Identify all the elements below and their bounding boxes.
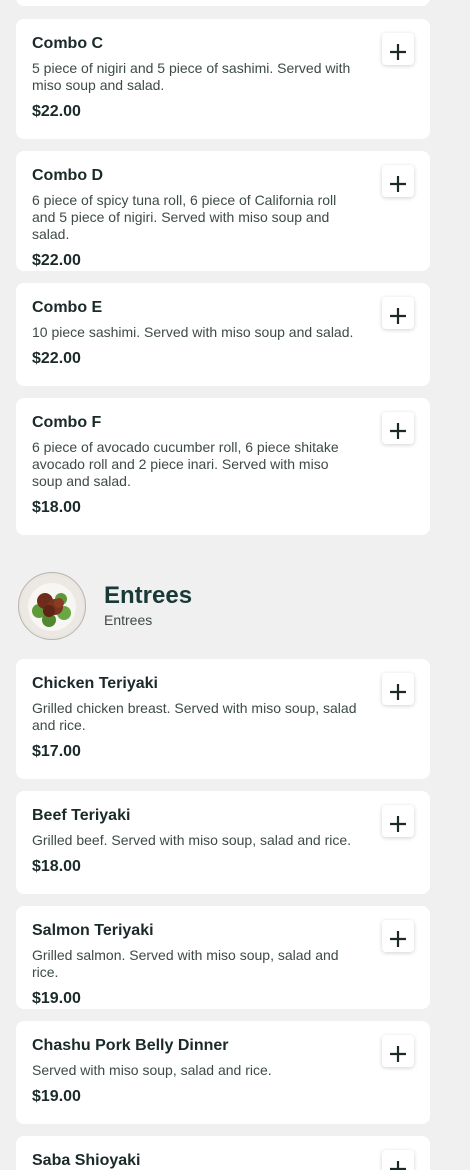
menu-item-card[interactable]: Combo D 6 piece of spicy tuna roll, 6 pi… [16, 151, 430, 271]
item-name: Saba Shioyaki [32, 1152, 141, 1169]
section-image [18, 572, 86, 640]
item-price: $22.00 [32, 350, 81, 367]
item-description: Grilled beef. Served with miso soup, sal… [32, 832, 352, 848]
item-price: $17.00 [32, 743, 81, 760]
item-description: Grilled chicken breast. Served with miso… [32, 700, 357, 733]
item-description: Served with miso soup, salad and rice. [32, 1062, 272, 1078]
menu-item-card[interactable]: Salmon Teriyaki Grilled salmon. Served w… [16, 906, 430, 1009]
plus-icon [390, 1161, 406, 1170]
menu-item-card-partial[interactable] [16, 0, 430, 6]
menu-item-card[interactable]: Combo C 5 piece of nigiri and 5 piece of… [16, 19, 430, 139]
plus-icon [390, 423, 406, 439]
add-item-button[interactable] [382, 1035, 414, 1067]
food-plate-icon [21, 575, 83, 637]
item-name: Combo D [32, 167, 104, 184]
add-item-button[interactable] [382, 33, 414, 65]
plus-icon [390, 684, 406, 700]
menu-item-card[interactable]: Combo F 6 piece of avocado cucumber roll… [16, 398, 430, 535]
menu-item-card[interactable]: Saba Shioyaki [16, 1136, 430, 1170]
menu-item-card[interactable]: Combo E 10 piece sashimi. Served with mi… [16, 283, 430, 386]
section-header: Entrees Entrees [18, 572, 438, 642]
item-description: 5 piece of nigiri and 5 piece of sashimi… [32, 60, 351, 93]
item-price: $22.00 [32, 103, 81, 120]
section-subtitle: Entrees [104, 612, 153, 628]
item-price: $19.00 [32, 1088, 81, 1105]
item-name: Salmon Teriyaki [32, 922, 154, 939]
add-item-button[interactable] [382, 920, 414, 952]
plus-icon [390, 44, 406, 60]
add-item-button[interactable] [382, 412, 414, 444]
menu-item-card[interactable]: Chashu Pork Belly Dinner Served with mis… [16, 1021, 430, 1124]
item-name: Beef Teriyaki [32, 807, 131, 824]
add-item-button[interactable] [382, 297, 414, 329]
item-price: $19.00 [32, 990, 81, 1007]
plus-icon [390, 308, 406, 324]
item-name: Chicken Teriyaki [32, 675, 158, 692]
add-item-button[interactable] [382, 673, 414, 705]
item-price: $18.00 [32, 858, 81, 875]
add-item-button[interactable] [382, 1150, 414, 1170]
plus-icon [390, 931, 406, 947]
add-item-button[interactable] [382, 165, 414, 197]
item-description: 10 piece sashimi. Served with miso soup … [32, 324, 354, 340]
menu-item-card[interactable]: Chicken Teriyaki Grilled chicken breast.… [16, 659, 430, 779]
plus-icon [390, 816, 406, 832]
item-name: Combo F [32, 414, 102, 431]
section-title: Entrees [104, 582, 193, 609]
add-item-button[interactable] [382, 805, 414, 837]
item-description: 6 piece of avocado cucumber roll, 6 piec… [32, 439, 339, 489]
plus-icon [390, 1046, 406, 1062]
item-name: Combo C [32, 35, 104, 52]
item-name: Combo E [32, 299, 103, 316]
item-price: $18.00 [32, 499, 81, 516]
item-name: Chashu Pork Belly Dinner [32, 1037, 229, 1054]
item-price: $22.00 [32, 252, 81, 269]
item-description: Grilled salmon. Served with miso soup, s… [32, 947, 339, 980]
plus-icon [390, 176, 406, 192]
item-description: 6 piece of spicy tuna roll, 6 piece of C… [32, 192, 337, 242]
menu-item-card[interactable]: Beef Teriyaki Grilled beef. Served with … [16, 791, 430, 894]
